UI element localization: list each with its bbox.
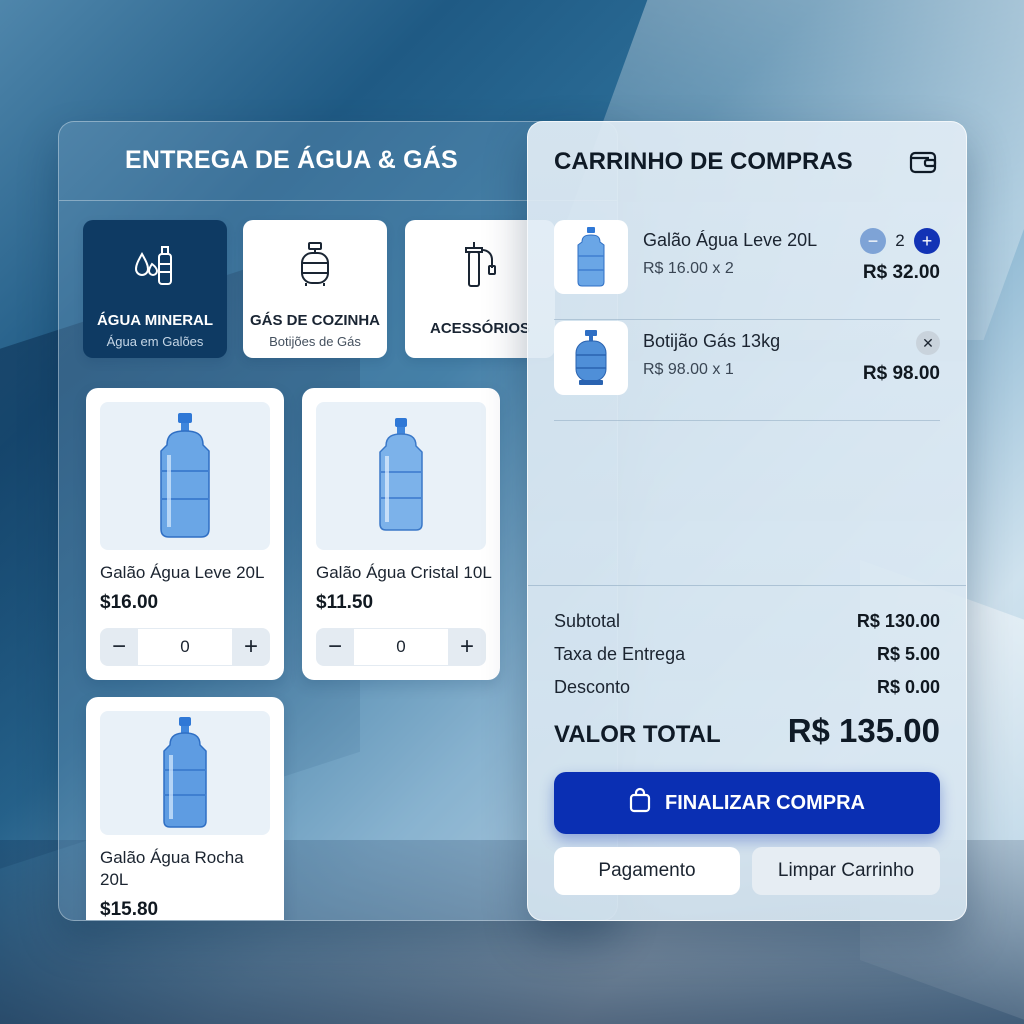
category-agua-mineral[interactable]: ÁGUA MINERAL Água em Galões bbox=[83, 220, 227, 358]
decrement-button[interactable]: − bbox=[860, 228, 886, 254]
increment-button[interactable]: + bbox=[448, 628, 486, 666]
cart-title: CARRINHO DE COMPRAS bbox=[554, 148, 853, 175]
water-pump-icon bbox=[458, 238, 502, 290]
cart-item-quantity: 2 bbox=[895, 231, 905, 250]
delivery-fee-row: Taxa de Entrega R$ 5.00 bbox=[554, 644, 940, 665]
cart-item-unit-price: R$ 98.00 x 1 bbox=[643, 361, 734, 378]
water-jug-thumbnail bbox=[554, 220, 628, 294]
shopping-bag-icon bbox=[629, 787, 651, 819]
decrement-button[interactable]: − bbox=[316, 628, 354, 666]
cart-item: Galão Água Leve 20L R$ 16.00 x 2 − 2 + R… bbox=[554, 220, 940, 320]
subtotal-value: R$ 130.00 bbox=[856, 611, 940, 631]
quantity-value[interactable]: 0 bbox=[354, 629, 448, 665]
category-subtitle: Água em Galões bbox=[106, 334, 204, 349]
water-jug-image bbox=[100, 711, 270, 835]
water-jug-image bbox=[316, 402, 486, 550]
total-row: VALOR TOTAL R$ 135.00 bbox=[554, 712, 940, 750]
cart-item-name: Galão Água Leve 20L bbox=[643, 230, 818, 250]
cart-item-total: R$ 32.00 bbox=[862, 262, 940, 283]
increment-button[interactable]: + bbox=[232, 628, 270, 666]
remove-item-button[interactable]: ✕ bbox=[916, 331, 940, 355]
category-subtitle: Botijões de Gás bbox=[269, 334, 361, 349]
category-name: ÁGUA MINERAL bbox=[96, 312, 214, 329]
summary-divider bbox=[528, 585, 966, 586]
category-name: ACESSÓRIOS bbox=[429, 320, 531, 337]
payment-button[interactable]: Pagamento bbox=[554, 847, 740, 895]
category-name: GÁS DE COZINHA bbox=[249, 312, 380, 329]
cart-panel: CARRINHO DE COMPRAS Galão Água Leve 20L … bbox=[527, 121, 967, 921]
water-drops-bottle-icon bbox=[133, 238, 177, 290]
discount-label: Desconto bbox=[554, 677, 631, 697]
increment-button[interactable]: + bbox=[914, 228, 940, 254]
water-jug-image bbox=[100, 402, 270, 550]
product-name: Galão Água Cristal 10L bbox=[316, 563, 492, 582]
total-label: VALOR TOTAL bbox=[554, 721, 721, 748]
product-card-galao-rocha[interactable]: Galão Água Rocha 20L $15.80 bbox=[86, 697, 284, 920]
product-card-galao-leve[interactable]: Galão Água Leve 20L $16.00 − 0 + bbox=[86, 388, 284, 680]
quantity-stepper: − 0 + bbox=[316, 628, 486, 666]
subtotal-row: Subtotal R$ 130.00 bbox=[554, 611, 940, 632]
quantity-value[interactable]: 0 bbox=[138, 629, 232, 665]
subtotal-label: Subtotal bbox=[554, 611, 621, 631]
cart-item: Botijão Gás 13kg R$ 98.00 x 1 ✕ R$ 98.00 bbox=[554, 321, 940, 421]
close-icon: ✕ bbox=[922, 334, 934, 351]
discount-value: R$ 0.00 bbox=[876, 677, 940, 697]
wallet-icon[interactable] bbox=[908, 148, 938, 176]
total-value: R$ 135.00 bbox=[787, 712, 940, 749]
quantity-stepper: − 0 + bbox=[100, 628, 270, 666]
cart-item-unit-price: R$ 16.00 x 2 bbox=[643, 260, 734, 277]
cart-quantity-control: − 2 + bbox=[860, 228, 940, 254]
decrement-button[interactable]: − bbox=[100, 628, 138, 666]
gas-cylinder-icon bbox=[293, 238, 337, 290]
product-price: $15.80 bbox=[100, 899, 159, 920]
shop-title: ENTREGA DE ÁGUA & GÁS bbox=[125, 146, 458, 174]
product-name: Galão Água Leve 20L bbox=[100, 563, 265, 582]
delivery-fee-value: R$ 5.00 bbox=[876, 644, 940, 664]
product-price: $16.00 bbox=[100, 592, 159, 613]
product-name: Galão Água Rocha 20L bbox=[100, 848, 244, 889]
delivery-fee-label: Taxa de Entrega bbox=[554, 644, 686, 664]
product-price: $11.50 bbox=[316, 592, 374, 613]
category-gas-de-cozinha[interactable]: GÁS DE COZINHA Botijões de Gás bbox=[243, 220, 387, 358]
discount-row: Desconto R$ 0.00 bbox=[554, 677, 940, 698]
clear-cart-button[interactable]: Limpar Carrinho bbox=[752, 847, 940, 895]
product-card-galao-cristal[interactable]: Galão Água Cristal 10L $11.50 − 0 + bbox=[302, 388, 500, 680]
checkout-label: FINALIZAR COMPRA bbox=[665, 791, 865, 814]
checkout-button[interactable]: FINALIZAR COMPRA bbox=[554, 772, 940, 834]
cart-item-name: Botijão Gás 13kg bbox=[643, 331, 781, 351]
cart-item-total: R$ 98.00 bbox=[862, 363, 940, 384]
gas-cylinder-thumbnail bbox=[554, 321, 628, 395]
